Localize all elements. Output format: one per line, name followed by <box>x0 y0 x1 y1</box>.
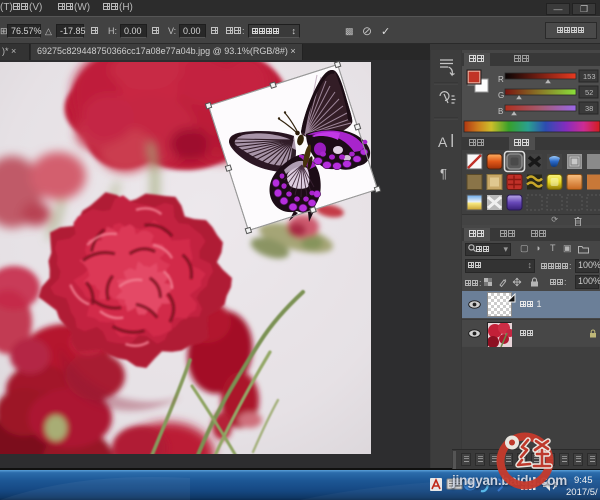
svg-text:153: 153 <box>583 72 596 81</box>
svg-text:2017/5/: 2017/5/ <box>566 487 598 498</box>
svg-text:B: B <box>498 107 503 116</box>
svg-text:38: 38 <box>585 104 593 113</box>
svg-text:G: G <box>498 91 504 100</box>
svg-text:52: 52 <box>585 88 593 97</box>
svg-text:9:45: 9:45 <box>574 475 593 486</box>
svg-text:¶: ¶ <box>440 166 447 181</box>
svg-text:R: R <box>498 75 504 84</box>
svg-text:A: A <box>438 134 448 150</box>
